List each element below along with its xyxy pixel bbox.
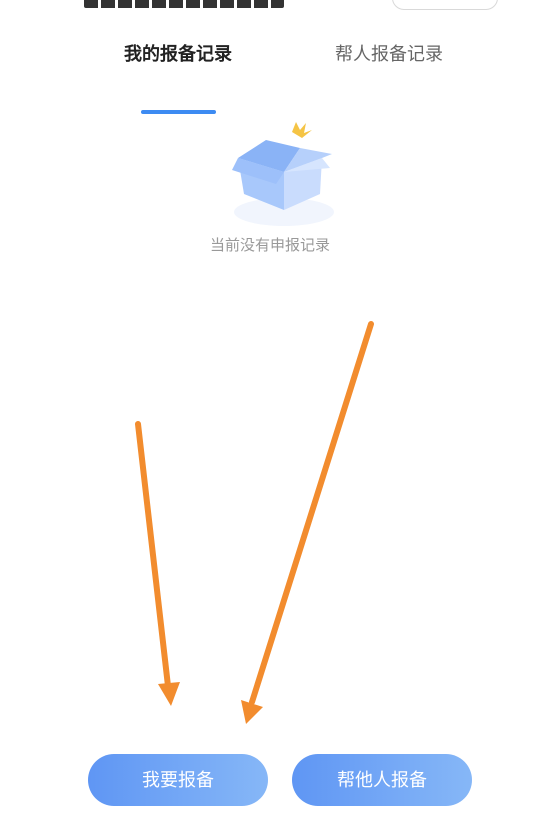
report-self-button[interactable]: 我要报备 — [88, 754, 268, 806]
arrow-to-report-others — [241, 321, 374, 724]
report-others-button[interactable]: 帮他人报备 — [292, 754, 472, 806]
arrow-to-report-self — [135, 421, 180, 706]
annotation-arrows — [135, 321, 374, 724]
